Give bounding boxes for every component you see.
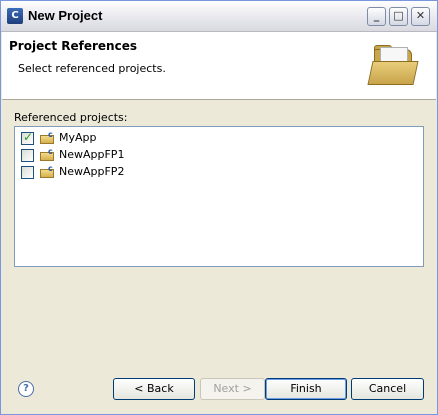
close-button[interactable]: ✕ [411,7,430,26]
maximize-button[interactable]: □ [389,7,408,26]
referenced-projects-list[interactable]: ✓ c MyApp c NewAppFP1 c NewAppFP2 [14,126,424,267]
back-button[interactable]: < Back [113,378,195,400]
project-folder-icon: c [40,147,56,162]
minimize-button[interactable]: _ [367,7,386,26]
checkbox[interactable]: ✓ [21,130,34,145]
next-button[interactable]: Next > [200,378,265,400]
checkbox[interactable] [21,166,34,179]
folder-open-icon [367,43,419,87]
cancel-button[interactable]: Cancel [351,378,424,400]
title-bar[interactable]: C New Project _ □ ✕ [1,1,437,32]
finish-button[interactable]: Finish [265,378,347,400]
page-description: Select referenced projects. [18,62,166,75]
referenced-projects-label: Referenced projects: [14,111,128,124]
checkmark-icon: ✓ [23,130,34,144]
window-title: New Project [28,8,103,23]
wizard-header: Project References Select referenced pro… [2,32,436,100]
project-folder-icon: c [40,164,56,179]
new-project-dialog: C New Project _ □ ✕ Project References S… [0,0,438,415]
checkbox[interactable] [21,149,34,162]
project-folder-icon: c [40,130,56,145]
list-item-label: MyApp [59,131,97,144]
page-title: Project References [9,39,137,53]
app-icon: C [7,8,23,24]
list-item-label: NewAppFP1 [59,148,125,161]
help-icon[interactable]: ? [18,381,34,397]
list-item-label: NewAppFP2 [59,165,125,178]
